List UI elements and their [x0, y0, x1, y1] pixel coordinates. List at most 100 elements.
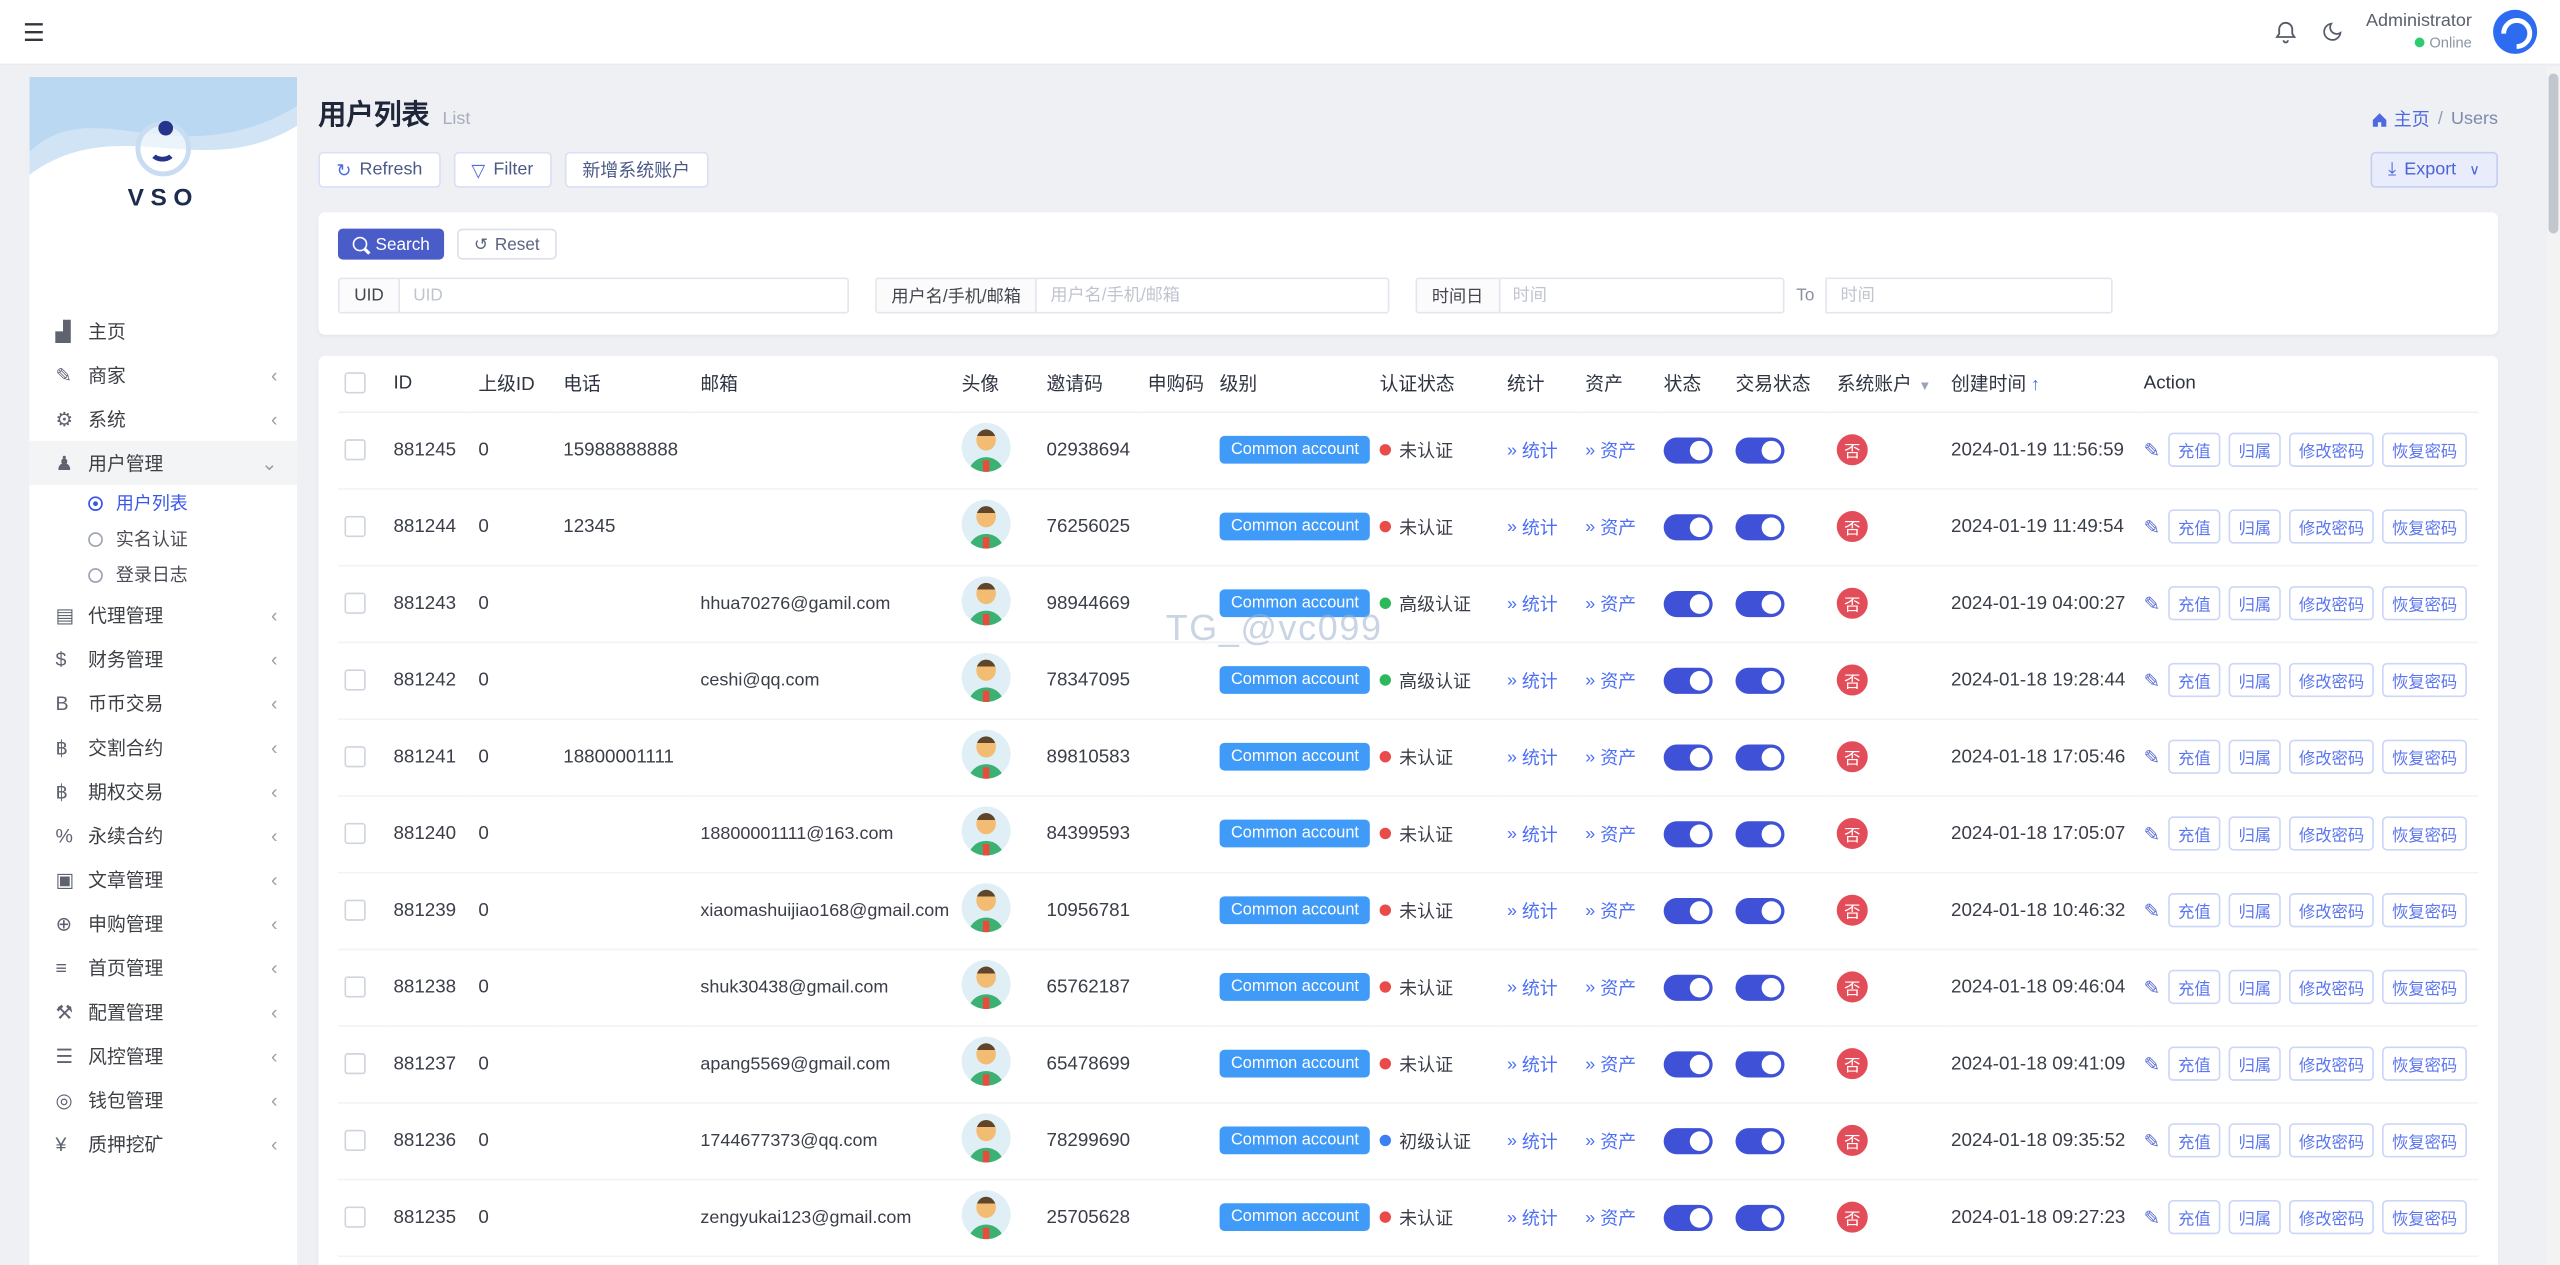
status-toggle[interactable] — [1663, 897, 1713, 924]
row-checkbox[interactable] — [344, 976, 366, 998]
status-toggle[interactable] — [1663, 513, 1713, 540]
row-checkbox[interactable] — [344, 899, 366, 921]
belong-button[interactable]: 归属 — [2228, 509, 2281, 544]
belong-button[interactable]: 归属 — [2228, 586, 2281, 621]
export-button[interactable]: ⤓ Export ∨ — [2370, 151, 2498, 188]
filter-button[interactable]: ▽ Filter — [453, 151, 552, 188]
recharge-button[interactable]: 充值 — [2168, 586, 2221, 621]
trade-status-toggle[interactable] — [1735, 666, 1785, 694]
belong-button[interactable]: 归属 — [2228, 969, 2281, 1005]
user-avatar-image[interactable] — [961, 959, 1011, 1009]
restore-password-button[interactable]: 恢复密码 — [2382, 1046, 2468, 1081]
user-avatar-image[interactable] — [961, 1113, 1011, 1163]
trade-status-toggle[interactable] — [1735, 590, 1785, 617]
sort-ascending-icon[interactable]: ↑ — [2031, 375, 2040, 395]
sidebar-subitem-user-list[interactable]: 用户列表 — [29, 485, 297, 521]
sidebar-item-wallet-management[interactable]: ◎ 钱包管理 ‹ — [29, 1078, 297, 1122]
edit-pencil-icon[interactable]: ✎ — [2144, 976, 2160, 999]
change-password-button[interactable]: 修改密码 — [2289, 816, 2374, 851]
restore-password-button[interactable]: 恢复密码 — [2382, 586, 2468, 621]
edit-pencil-icon[interactable]: ✎ — [2144, 822, 2160, 845]
notification-bell-icon[interactable] — [2273, 19, 2299, 45]
user-avatar[interactable] — [2493, 9, 2538, 54]
user-avatar-image[interactable] — [961, 1190, 1011, 1240]
edit-pencil-icon[interactable]: ✎ — [2144, 1206, 2160, 1229]
vso-logo[interactable]: VSO — [29, 77, 297, 212]
recharge-button[interactable]: 充值 — [2168, 432, 2221, 467]
recharge-button[interactable]: 充值 — [2168, 739, 2221, 774]
hamburger-menu-icon[interactable]: ☰ — [23, 17, 45, 47]
row-checkbox[interactable] — [344, 746, 366, 768]
assets-link[interactable]: » 资产 — [1585, 513, 1636, 539]
trade-status-toggle[interactable] — [1735, 1127, 1785, 1154]
uid-input[interactable] — [398, 277, 849, 314]
belong-button[interactable]: 归属 — [2228, 739, 2281, 774]
stats-link[interactable]: » 统计 — [1507, 744, 1558, 770]
sidebar-item-delivery-contract[interactable]: ฿ 交割合约 ‹ — [29, 725, 297, 769]
change-password-button[interactable]: 修改密码 — [2289, 893, 2374, 928]
assets-link[interactable]: » 资产 — [1585, 1127, 1636, 1153]
recharge-button[interactable]: 充值 — [2168, 662, 2221, 698]
change-password-button[interactable]: 修改密码 — [2289, 586, 2374, 621]
assets-link[interactable]: » 资产 — [1585, 667, 1636, 693]
column-filter-icon[interactable]: ▼ — [1918, 378, 1931, 393]
scrollbar-thumb[interactable] — [2548, 73, 2559, 234]
trade-status-toggle[interactable] — [1735, 436, 1785, 463]
user-avatar-image[interactable] — [961, 653, 1011, 703]
restore-password-button[interactable]: 恢复密码 — [2382, 1123, 2468, 1158]
restore-password-button[interactable]: 恢复密码 — [2382, 816, 2468, 851]
user-avatar-image[interactable] — [961, 499, 1011, 549]
change-password-button[interactable]: 修改密码 — [2289, 509, 2374, 544]
restore-password-button[interactable]: 恢复密码 — [2382, 739, 2468, 774]
stats-link[interactable]: » 统计 — [1507, 513, 1558, 539]
belong-button[interactable]: 归属 — [2228, 1123, 2281, 1158]
refresh-button[interactable]: ↻ Refresh — [318, 151, 441, 188]
sidebar-item-merchant[interactable]: ✎ 商家 ‹ — [29, 353, 297, 397]
change-password-button[interactable]: 修改密码 — [2289, 1123, 2374, 1158]
assets-link[interactable]: » 资产 — [1585, 744, 1636, 770]
change-password-button[interactable]: 修改密码 — [2289, 969, 2374, 1005]
status-toggle[interactable] — [1663, 1127, 1713, 1154]
stats-link[interactable]: » 统计 — [1507, 1127, 1558, 1153]
change-password-button[interactable]: 修改密码 — [2289, 739, 2374, 774]
row-checkbox[interactable] — [344, 1129, 366, 1152]
row-checkbox[interactable] — [344, 1053, 366, 1075]
sidebar-item-option-trade[interactable]: ฿ 期权交易 ‹ — [29, 769, 297, 813]
status-toggle[interactable] — [1663, 743, 1713, 770]
search-button[interactable]: Search — [337, 228, 445, 260]
assets-link[interactable]: » 资产 — [1585, 590, 1636, 616]
restore-password-button[interactable]: 恢复密码 — [2382, 432, 2468, 467]
status-toggle[interactable] — [1663, 1204, 1713, 1231]
recharge-button[interactable]: 充值 — [2168, 509, 2221, 544]
change-password-button[interactable]: 修改密码 — [2289, 1200, 2374, 1235]
sidebar-item-finance-management[interactable]: $ 财务管理 ‹ — [29, 637, 297, 681]
assets-link[interactable]: » 资产 — [1585, 974, 1636, 1000]
sidebar-item-risk-management[interactable]: ☰ 风控管理 ‹ — [29, 1033, 297, 1077]
sidebar-item-config-management[interactable]: ⚒ 配置管理 ‹ — [29, 989, 297, 1033]
stats-link[interactable]: » 统计 — [1507, 667, 1558, 693]
status-toggle[interactable] — [1663, 820, 1713, 847]
row-checkbox[interactable] — [344, 822, 366, 845]
trade-status-toggle[interactable] — [1735, 897, 1785, 924]
reset-button[interactable]: ↺ Reset — [457, 228, 556, 260]
trade-status-toggle[interactable] — [1735, 513, 1785, 540]
recharge-button[interactable]: 充值 — [2168, 1046, 2221, 1081]
stats-link[interactable]: » 统计 — [1507, 1204, 1558, 1230]
user-avatar-image[interactable] — [961, 806, 1011, 856]
user-avatar-image[interactable] — [961, 729, 1011, 779]
user-avatar-image[interactable] — [961, 576, 1011, 626]
select-all-checkbox[interactable] — [344, 372, 366, 394]
stats-link[interactable]: » 统计 — [1507, 1051, 1558, 1077]
status-toggle[interactable] — [1663, 436, 1713, 463]
trade-status-toggle[interactable] — [1735, 820, 1785, 847]
user-filter-input[interactable] — [1035, 277, 1390, 314]
trade-status-toggle[interactable] — [1735, 1050, 1785, 1077]
change-password-button[interactable]: 修改密码 — [2289, 432, 2374, 467]
sidebar-item-perpetual-contract[interactable]: % 永续合约 ‹ — [29, 813, 297, 857]
sidebar-item-subscribe-management[interactable]: ⊕ 申购管理 ‹ — [29, 901, 297, 945]
recharge-button[interactable]: 充值 — [2168, 969, 2221, 1005]
stats-link[interactable]: » 统计 — [1507, 897, 1558, 923]
trade-status-toggle[interactable] — [1735, 743, 1785, 770]
recharge-button[interactable]: 充值 — [2168, 816, 2221, 851]
dark-mode-moon-icon[interactable] — [2320, 20, 2344, 44]
